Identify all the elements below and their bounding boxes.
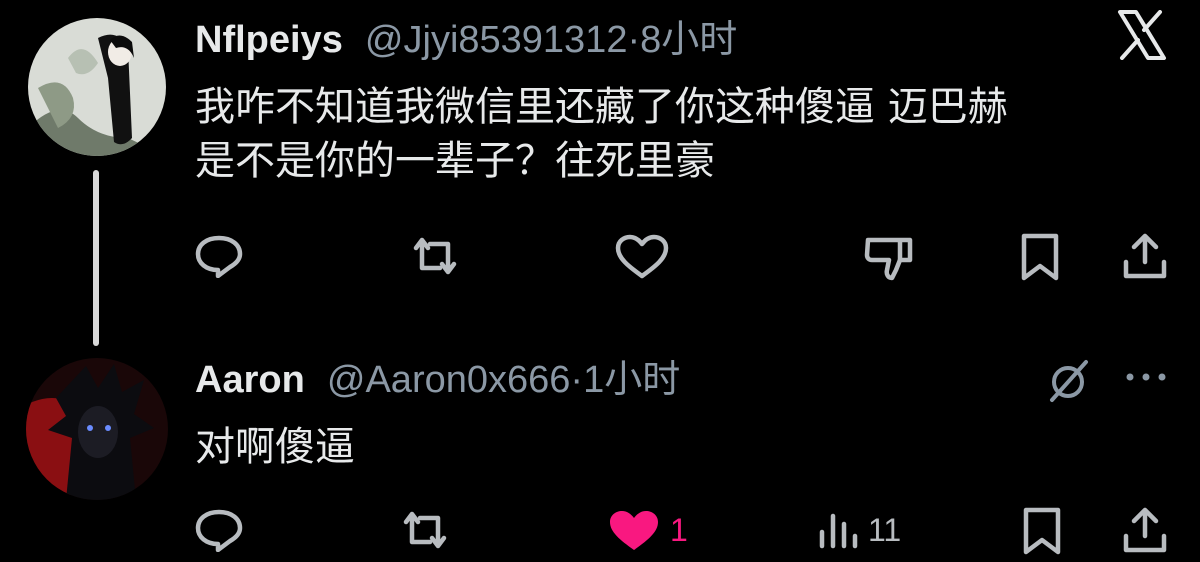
reply-icon[interactable] [194, 508, 244, 552]
post-text: 我咋不知道我微信里还藏了你这种傻逼 迈巴赫 是不是你的一辈子？往死里豪 [195, 80, 1175, 188]
views-icon[interactable] [816, 508, 860, 552]
post-nflpeiys[interactable]: Nflpeiys @Jjyi85391312·8小时 我咋不知道我微信里还藏了你… [0, 0, 1200, 346]
like-icon[interactable] [614, 234, 670, 280]
avatar[interactable] [26, 358, 168, 500]
timestamp[interactable]: 1小时 [583, 359, 680, 401]
post-text-line: 我咋不知道我微信里还藏了你这种傻逼 迈巴赫 [195, 84, 1008, 130]
display-name[interactable]: Aaron [195, 359, 305, 401]
repost-icon[interactable] [398, 508, 452, 552]
repost-icon[interactable] [408, 234, 462, 278]
user-handle[interactable]: @Jjyi85391312 [365, 19, 628, 61]
separator-dot: · [570, 359, 584, 401]
separator-dot: · [627, 19, 641, 61]
like-icon-filled[interactable] [606, 508, 662, 554]
grok-icon[interactable] [1046, 358, 1092, 404]
display-name[interactable]: Nflpeiys [195, 19, 343, 61]
post-header: Aaron @Aaron0x666·1小时 [195, 356, 680, 403]
timestamp[interactable]: 8小时 [640, 19, 737, 61]
share-icon[interactable] [1122, 506, 1168, 554]
more-icon[interactable] [1124, 370, 1168, 384]
bookmark-icon[interactable] [1018, 232, 1062, 282]
post-text-line: 是不是你的一辈子？往死里豪 [195, 138, 715, 184]
share-icon[interactable] [1122, 232, 1168, 280]
dislike-icon[interactable] [862, 234, 916, 282]
bookmark-icon[interactable] [1020, 506, 1064, 556]
reply-icon[interactable] [194, 234, 244, 278]
like-count: 1 [670, 512, 688, 548]
views-count: 11 [868, 512, 902, 548]
post-header: Nflpeiys @Jjyi85391312·8小时 [195, 16, 737, 63]
avatar[interactable] [28, 18, 166, 156]
post-text: 对啊傻逼 [195, 424, 355, 470]
post-aaron[interactable]: Aaron @Aaron0x666·1小时 对啊傻逼 1 11 [0, 300, 1200, 562]
user-handle[interactable]: @Aaron0x666 [327, 359, 571, 401]
